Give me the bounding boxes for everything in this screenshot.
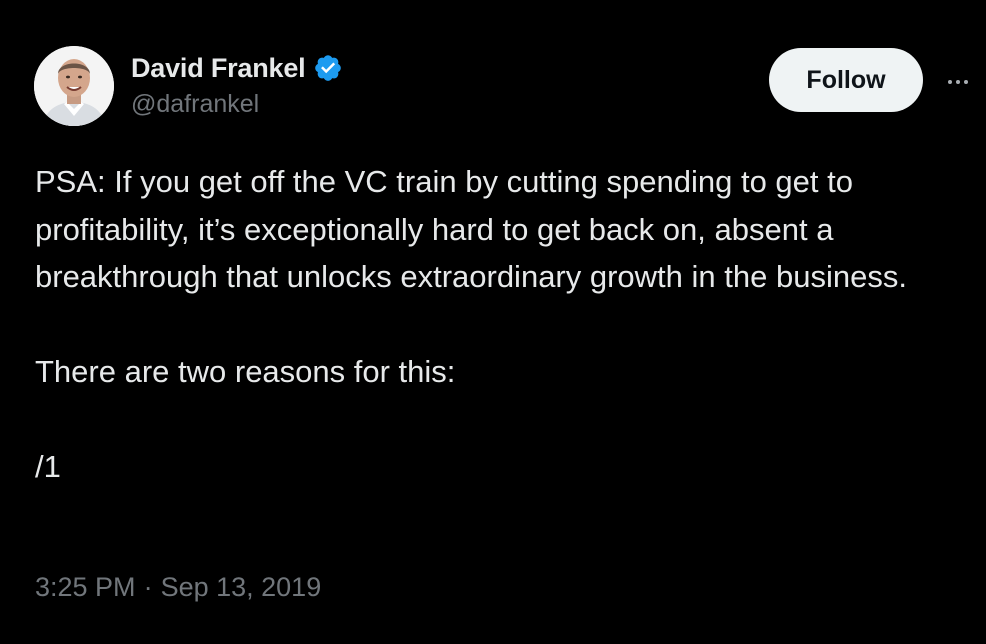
author-handle[interactable]: @dafrankel: [131, 90, 343, 119]
tweet-time[interactable]: 3:25 PM: [35, 572, 136, 603]
tweet-card: David Frankel @dafrankel Follow PSA: If …: [0, 0, 986, 644]
meta-separator: ·: [143, 572, 153, 602]
tweet-paragraph-2: There are two reasons for this:: [35, 354, 456, 389]
name-row: David Frankel: [131, 50, 343, 86]
more-options-button[interactable]: [938, 64, 978, 100]
tweet-paragraph-1: PSA: If you get off the VC train by cutt…: [35, 164, 907, 294]
follow-button[interactable]: Follow: [769, 48, 923, 112]
tweet-text: PSA: If you get off the VC train by cutt…: [35, 158, 960, 491]
verified-badge-icon[interactable]: [313, 53, 343, 83]
more-horizontal-icon: [948, 80, 968, 84]
avatar[interactable]: [34, 46, 114, 126]
avatar-photo-icon: [34, 46, 114, 126]
tweet-date[interactable]: Sep 13, 2019: [161, 572, 322, 603]
tweet-paragraph-3: /1: [35, 449, 61, 484]
tweet-header: David Frankel @dafrankel Follow: [34, 44, 968, 134]
author-display-name[interactable]: David Frankel: [131, 53, 306, 84]
tweet-meta: 3:25 PM · Sep 13, 2019: [35, 572, 321, 603]
author-identity: David Frankel @dafrankel: [131, 50, 343, 119]
